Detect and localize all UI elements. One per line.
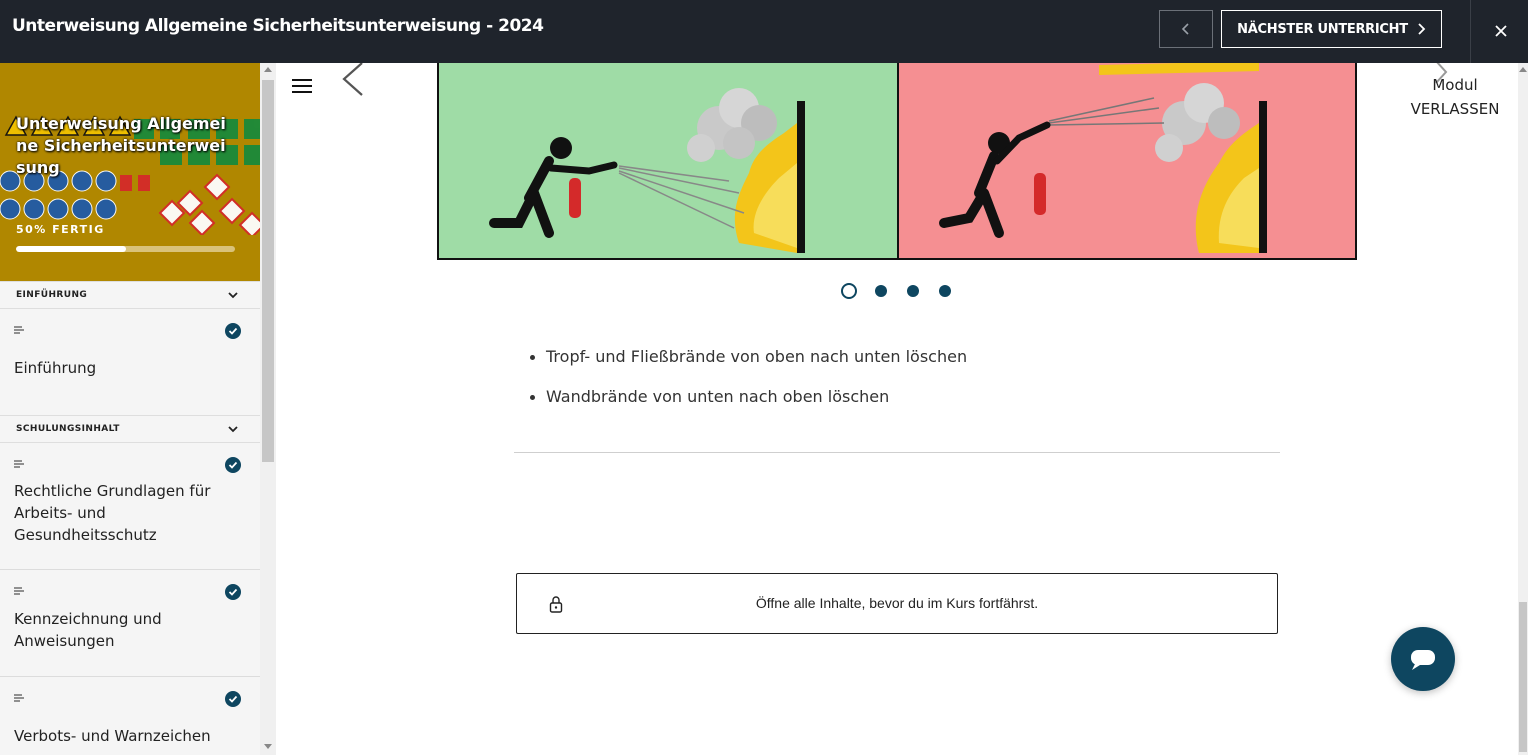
close-icon [1495, 25, 1507, 37]
topbar-divider [1470, 0, 1471, 63]
exit-module-button[interactable]: Modul VERLASSEN [1410, 73, 1500, 121]
text-lesson-icon [14, 460, 24, 468]
chevron-left-icon [1181, 23, 1189, 35]
chevron-down-icon [228, 426, 238, 433]
chevron-down-icon [228, 292, 238, 299]
chevron-left-icon[interactable] [338, 63, 368, 97]
chevron-right-icon [1418, 23, 1426, 35]
sidebar-course-title: Unterweisung Allgemeine Sicherheitsunter… [16, 114, 226, 177]
completed-check-icon [225, 691, 241, 707]
section-label: SCHULUNGSINHALT [16, 424, 120, 434]
progress-label: 50% FERTIG [16, 223, 105, 236]
chat-button[interactable] [1391, 627, 1455, 691]
carousel-dot-2[interactable] [875, 285, 887, 297]
exit-label-line1: Modul [1432, 76, 1478, 94]
section-label: EINFÜHRUNG [16, 290, 88, 300]
completed-check-icon [225, 584, 241, 600]
next-lesson-button[interactable]: NÄCHSTER UNTERRICHT [1221, 10, 1442, 48]
completed-check-icon [225, 457, 241, 473]
text-lesson-icon [14, 587, 24, 595]
scroll-up-arrow-icon[interactable] [1519, 66, 1527, 72]
list-item: Wandbrände von unten nach oben löschen [526, 385, 1226, 409]
lesson-content: Modul VERLASSEN Tropf- und Fließbrände v… [276, 63, 1518, 755]
previous-lesson-button[interactable] [1159, 10, 1213, 48]
carousel-dot-3[interactable] [907, 285, 919, 297]
page-scrollbar-thumb[interactable] [1519, 602, 1527, 752]
bullet-list: Tropf- und Fließbrände von oben nach unt… [526, 345, 1226, 425]
section-header-einfuehrung[interactable]: EINFÜHRUNG [0, 281, 260, 309]
next-lesson-label: NÄCHSTER UNTERRICHT [1237, 21, 1408, 37]
scroll-up-arrow-icon[interactable] [264, 66, 272, 72]
carousel-slide-wrong [899, 63, 1355, 258]
sidebar-course-header: Unterweisung Allgemeine Sicherheitsunter… [0, 63, 260, 281]
carousel-dot-1[interactable] [841, 283, 857, 299]
completed-check-icon [225, 323, 241, 339]
lesson-item-einfuehrung[interactable]: Einführung [0, 309, 260, 416]
lesson-title: Verbots- und Warnzeichen [14, 727, 211, 745]
progress-bar [16, 246, 235, 252]
lock-message: Öffne alle Inhalte, bevor du im Kurs for… [755, 595, 1039, 611]
continue-locked-notice: Öffne alle Inhalte, bevor du im Kurs for… [516, 573, 1278, 634]
sidebar-scrollbar-thumb[interactable] [262, 80, 274, 462]
text-lesson-icon [14, 694, 24, 702]
top-bar: Unterweisung Allgemeine Sicherheitsunter… [0, 0, 1528, 63]
content-divider [514, 452, 1280, 453]
sidebar: Unterweisung Allgemeine Sicherheitsunter… [0, 63, 260, 755]
carousel-slide-correct [439, 63, 897, 258]
image-carousel[interactable] [437, 63, 1357, 260]
lesson-title: Rechtliche Grundlagen für Arbeits- und G… [14, 482, 211, 544]
carousel-pagination [841, 283, 961, 299]
scroll-down-arrow-icon[interactable] [264, 744, 272, 750]
close-button[interactable] [1488, 18, 1514, 44]
exit-label-line2: VERLASSEN [1410, 100, 1500, 118]
carousel-dot-4[interactable] [939, 285, 951, 297]
lesson-item-kennzeichnung[interactable]: Kennzeichnung und Anweisungen [0, 570, 260, 677]
course-title: Unterweisung Allgemeine Sicherheitsunter… [12, 16, 544, 36]
section-header-schulungsinhalt[interactable]: SCHULUNGSINHALT [0, 415, 260, 443]
chat-icon [1411, 650, 1435, 670]
hamburger-icon[interactable] [292, 78, 312, 94]
progress-bar-fill [16, 246, 126, 252]
lesson-title: Einführung [14, 359, 97, 377]
text-lesson-icon [14, 326, 24, 334]
lesson-title: Kennzeichnung und Anweisungen [14, 610, 162, 650]
lesson-item-rechtliche-grundlagen[interactable]: Rechtliche Grundlagen für Arbeits- und G… [0, 443, 260, 570]
list-item: Tropf- und Fließbrände von oben nach unt… [526, 345, 1226, 369]
lesson-item-verbots-warnzeichen[interactable]: Verbots- und Warnzeichen [0, 677, 260, 755]
